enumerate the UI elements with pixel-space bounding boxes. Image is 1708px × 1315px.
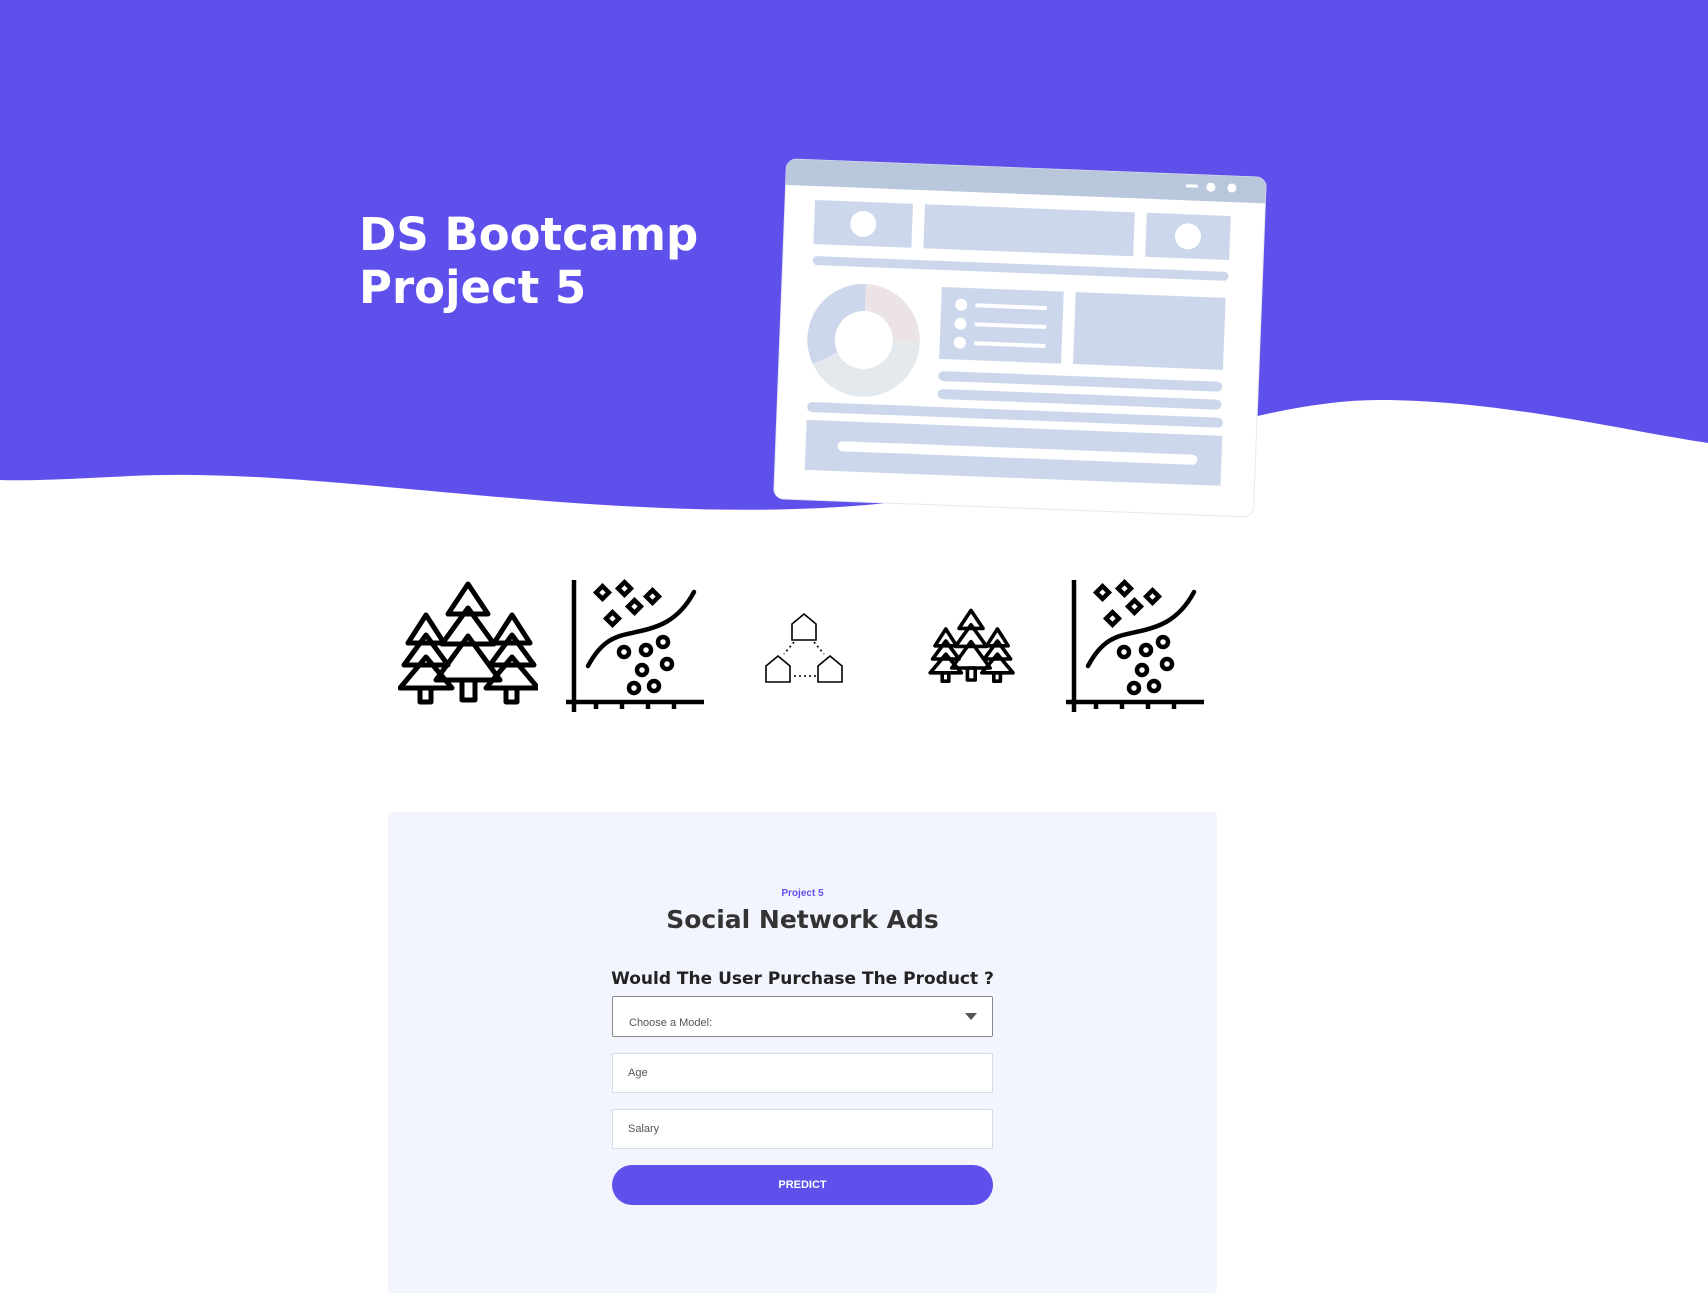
knn-graph-icon: [765, 612, 843, 683]
predict-button[interactable]: PREDICT: [612, 1165, 993, 1205]
classification-scatter-icon: [566, 578, 704, 712]
form-title: Social Network Ads: [666, 905, 939, 934]
decision-trees-icon: [398, 581, 538, 705]
classification-scatter-icon: [1066, 578, 1204, 712]
hero-title-line-1: DS Bootcamp: [359, 208, 699, 261]
model-icon-row: [390, 572, 1220, 722]
model-select-value: Choose a Model:: [629, 1017, 713, 1029]
age-input[interactable]: [612, 1053, 993, 1093]
hero-title-line-2: Project 5: [359, 261, 587, 314]
prediction-form-card: Project 5 Social Network Ads Would The U…: [388, 812, 1217, 1293]
random-forest-icon: [928, 608, 1015, 683]
project-eyebrow: Project 5: [781, 888, 824, 899]
hero-title: DS Bootcamp Project 5: [359, 208, 698, 314]
page: DS Bootcamp Project 5 Project 5 Social N…: [0, 0, 1708, 1315]
form-question: Would The User Purchase The Product ?: [611, 969, 994, 989]
dashboard-illustration: [773, 158, 1267, 518]
salary-input[interactable]: [612, 1109, 993, 1149]
chevron-down-icon: [965, 1013, 977, 1020]
model-select[interactable]: Choose a Model:: [612, 996, 993, 1037]
